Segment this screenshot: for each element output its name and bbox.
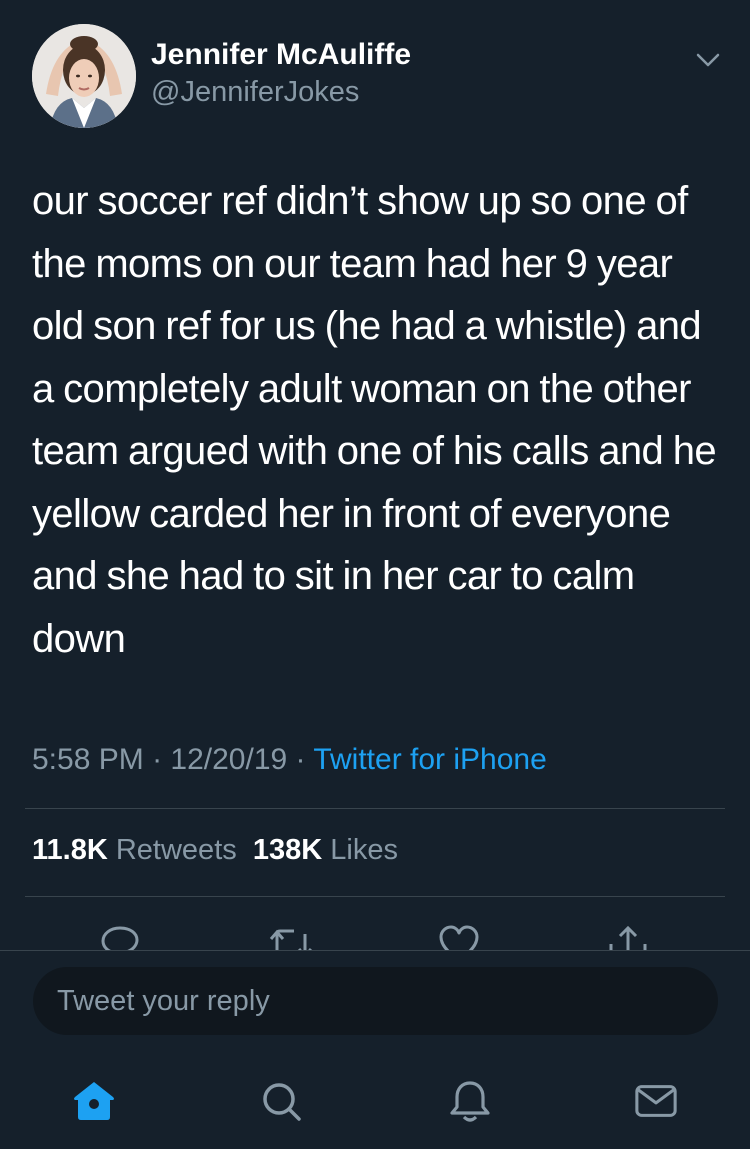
tweet-time: 5:58 PM xyxy=(32,743,144,776)
tweet-detail-screen: Jennifer McAuliffe @JenniferJokes our so… xyxy=(0,0,750,1149)
retweets-stat[interactable]: 11.8K Retweets xyxy=(32,834,237,866)
meta-separator: · xyxy=(295,743,306,776)
likes-label: Likes xyxy=(330,834,398,866)
share-icon[interactable] xyxy=(606,924,650,950)
retweet-icon[interactable] xyxy=(268,924,314,950)
like-icon[interactable] xyxy=(438,924,480,950)
divider xyxy=(25,808,725,809)
tweet-date: 12/20/19 xyxy=(170,743,288,776)
search-icon[interactable] xyxy=(259,1079,303,1123)
tweet-actions xyxy=(0,918,750,950)
likes-count: 138K xyxy=(252,834,323,866)
chevron-down-icon xyxy=(696,53,720,67)
retweets-label: Retweets xyxy=(115,834,237,866)
author-name[interactable]: Jennifer McAuliffe xyxy=(151,38,411,72)
messages-icon[interactable] xyxy=(634,1079,678,1123)
reply-icon[interactable] xyxy=(100,924,140,950)
tweet-stats: 11.8K Retweets 138K Likes xyxy=(32,834,398,867)
likes-stat[interactable]: 138K Likes xyxy=(253,834,398,866)
divider xyxy=(25,896,725,897)
reply-bar xyxy=(0,950,750,1149)
tweet-source-link[interactable]: Twitter for iPhone xyxy=(313,743,546,776)
home-icon[interactable] xyxy=(72,1079,116,1123)
notifications-icon[interactable] xyxy=(448,1079,492,1123)
tweet-meta: 5:58 PM · 12/20/19 · Twitter for iPhone xyxy=(32,743,547,777)
meta-separator: · xyxy=(152,743,163,776)
tweet-text: our soccer ref didn’t show up so one of … xyxy=(32,179,717,661)
more-options-button[interactable] xyxy=(692,46,724,74)
author-handle[interactable]: @JenniferJokes xyxy=(151,76,359,109)
avatar[interactable] xyxy=(32,24,136,128)
profile-photo-icon xyxy=(32,24,136,128)
retweets-count: 11.8K xyxy=(32,834,108,866)
reply-input[interactable] xyxy=(33,967,718,1035)
